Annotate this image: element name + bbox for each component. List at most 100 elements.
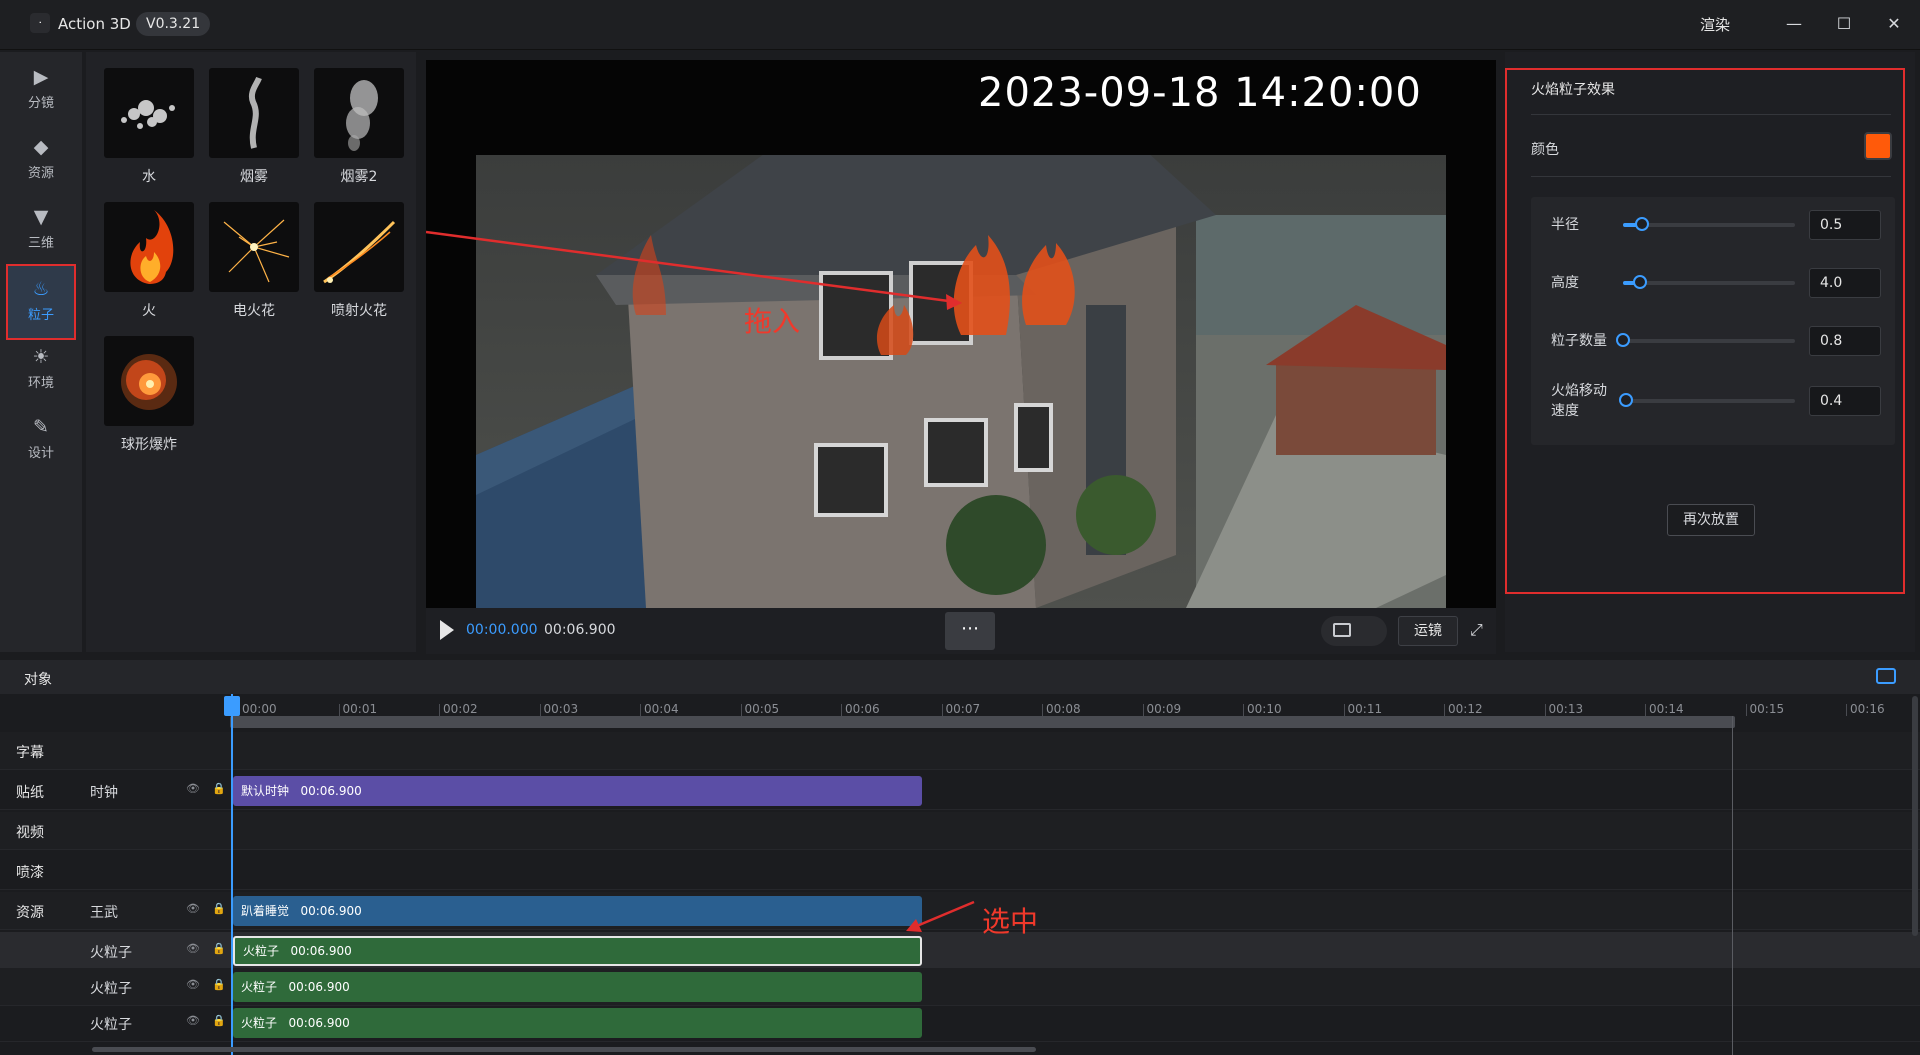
track-row[interactable]: 火粒子 👁 🔒 火粒子 00:06.900 (0, 968, 1920, 1006)
particle-count-input[interactable]: 0.8 (1809, 326, 1881, 356)
param-label-flame-speed: 火焰移动 速度 (1551, 381, 1607, 421)
ruler-tick-line (1645, 704, 1646, 716)
asset-fire[interactable]: 火 (104, 202, 194, 320)
track-name: 火粒子 (90, 981, 132, 997)
asset-smoke2[interactable]: 烟雾2 (314, 68, 404, 186)
eye-icon[interactable]: 👁 (186, 942, 200, 955)
asset-water[interactable]: 水 (104, 68, 194, 186)
track-category: 字幕 (16, 745, 44, 761)
lock-icon[interactable]: 🔒 (212, 942, 226, 955)
track-name: 火粒子 (90, 945, 132, 961)
select-arrow (906, 900, 975, 932)
eye-icon[interactable]: 👁 (186, 978, 200, 991)
eye-icon[interactable]: 👁 (186, 782, 200, 795)
timeline-horizontal-scrollbar[interactable] (92, 1047, 1036, 1052)
ruler-tick-label: 00:13 (1548, 702, 1584, 716)
3d-viewport[interactable]: 2023-09-18 14:20:00 拖入 (426, 60, 1496, 608)
height-input[interactable]: 4.0 (1809, 268, 1881, 298)
nav-label: 分镜 (27, 96, 54, 111)
asset-label: 火 (142, 303, 156, 319)
flame-speed-input[interactable]: 0.4 (1809, 386, 1881, 416)
timeline-layout-icon[interactable] (1876, 668, 1896, 684)
eye-icon[interactable]: 👁 (186, 1014, 200, 1027)
asset-sphere-explosion[interactable]: 球形爆炸 (104, 336, 194, 454)
timeline-clip[interactable]: 趴着睡觉 00:06.900 (233, 896, 922, 926)
asset-electric-spark[interactable]: 电火花 (209, 202, 299, 320)
track-row[interactable]: 火粒子 👁 🔒 火粒子 00:06.900 (0, 1004, 1920, 1042)
timeline-clip[interactable]: 火粒子 00:06.900 (233, 936, 922, 966)
track-row[interactable]: 视频 (0, 812, 1920, 850)
clip-duration: 00:06.900 (290, 944, 352, 958)
lock-icon[interactable]: 🔒 (212, 978, 226, 991)
eye-icon[interactable]: 👁 (186, 902, 200, 915)
timeline-vertical-scrollbar[interactable] (1912, 696, 1918, 936)
design-tools-icon: ✎ (33, 416, 49, 438)
camera-view-toggle[interactable] (1321, 616, 1387, 646)
color-swatch[interactable] (1864, 132, 1892, 160)
camera-move-button[interactable]: 运镜 (1398, 616, 1458, 646)
param-label-line: 速度 (1551, 403, 1579, 419)
clip-label: 趴着睡觉 (241, 904, 290, 918)
minimize-icon[interactable]: — (1776, 10, 1812, 38)
place-again-button[interactable]: 再次放置 (1667, 504, 1755, 536)
track-row[interactable]: 火粒子 👁 🔒 火粒子 00:06.900 (0, 932, 1920, 970)
asset-label: 电火花 (233, 303, 275, 319)
track-row[interactable]: 贴纸 时钟 👁 🔒 默认时钟 00:06.900 (0, 772, 1920, 810)
flame-speed-slider[interactable] (1619, 393, 1795, 407)
more-options-button[interactable]: ⋯ (945, 612, 995, 650)
ruler-tick-line (1243, 704, 1244, 716)
maximize-icon[interactable]: ☐ (1826, 10, 1862, 38)
ruler-tick-label: 00:06 (845, 702, 880, 716)
timeline-range-bar[interactable] (230, 716, 1735, 728)
clip-label: 火粒子 (241, 1016, 278, 1030)
ruler-tick-label: 00:10 (1247, 702, 1282, 716)
ruler-tick-label: 00:09 (1146, 702, 1182, 716)
title-bar: ᐧ Action 3D V0.3.21 渲染 — ☐ ✕ (0, 0, 1920, 50)
smoke2-thumbnail (314, 68, 404, 158)
asset-jet-spark[interactable]: 喷射火花 (314, 202, 404, 320)
radius-slider[interactable] (1623, 217, 1795, 231)
ruler-tick-label: 00:14 (1649, 702, 1684, 716)
timeline-clip[interactable]: 火粒子 00:06.900 (233, 1008, 922, 1038)
asset-smoke[interactable]: 烟雾 (209, 68, 299, 186)
track-row[interactable]: 字幕 (0, 732, 1920, 770)
version-badge: V0.3.21 (136, 12, 211, 36)
lock-icon[interactable]: 🔒 (212, 782, 226, 795)
explosion-thumbnail (104, 336, 194, 426)
height-slider[interactable] (1623, 275, 1795, 289)
particle-count-slider[interactable] (1616, 333, 1795, 347)
ruler-tick-label: 00:01 (342, 702, 378, 716)
divider (1531, 176, 1891, 177)
clip-duration: 00:06.900 (288, 980, 350, 994)
timeline-clip[interactable]: 火粒子 00:06.900 (233, 972, 922, 1002)
radius-input[interactable]: 0.5 (1809, 210, 1881, 240)
ruler-tick-line (338, 704, 340, 716)
close-icon[interactable]: ✕ (1876, 10, 1912, 38)
render-button[interactable]: 渲染 (1700, 14, 1730, 35)
nav-item-particles[interactable]: ♨ 粒子 (6, 264, 76, 340)
timeline-clip[interactable]: 默认时钟 00:06.900 (233, 776, 922, 806)
water-thumbnail (104, 68, 194, 158)
nav-item-storyboard[interactable]: ▶ 分镜 (6, 58, 76, 122)
nav-item-resources[interactable]: ◆ 资源 (6, 128, 76, 192)
nav-item-environment[interactable]: ☀ 环境 (6, 338, 76, 402)
particle-asset-panel: 水 烟雾 烟雾2 火 电火花 喷射火花 球形爆炸 (86, 52, 416, 652)
nav-label: 资源 (27, 166, 54, 181)
properties-panel: 火焰粒子效果 颜色 半径 0.5 高度 4.0 粒子数量 0.8 火焰移动 速度… (1505, 52, 1915, 652)
lock-icon[interactable]: 🔒 (212, 902, 226, 915)
left-nav: ▶ 分镜 ◆ 资源 ▼ 三维 ♨ 粒子 ☀ 环境 ✎ 设计 (0, 52, 82, 652)
nav-label: 环境 (27, 376, 54, 391)
asset-label: 水 (142, 169, 156, 185)
ruler-tick-line (1745, 704, 1747, 716)
drag-annotation: 拖入 (744, 305, 801, 338)
playhead[interactable] (231, 694, 233, 1055)
sun-cloud-icon: ☀ (32, 346, 50, 368)
playhead-handle[interactable] (224, 696, 240, 716)
lock-icon[interactable]: 🔒 (212, 1014, 226, 1027)
nav-item-3d[interactable]: ▼ 三维 (6, 198, 76, 262)
play-icon[interactable] (440, 620, 454, 640)
track-row[interactable]: 喷漆 (0, 852, 1920, 890)
nav-item-design[interactable]: ✎ 设计 (6, 408, 76, 472)
clip-label: 默认时钟 (241, 784, 290, 798)
fullscreen-icon[interactable]: ⤢ (1470, 620, 1483, 640)
